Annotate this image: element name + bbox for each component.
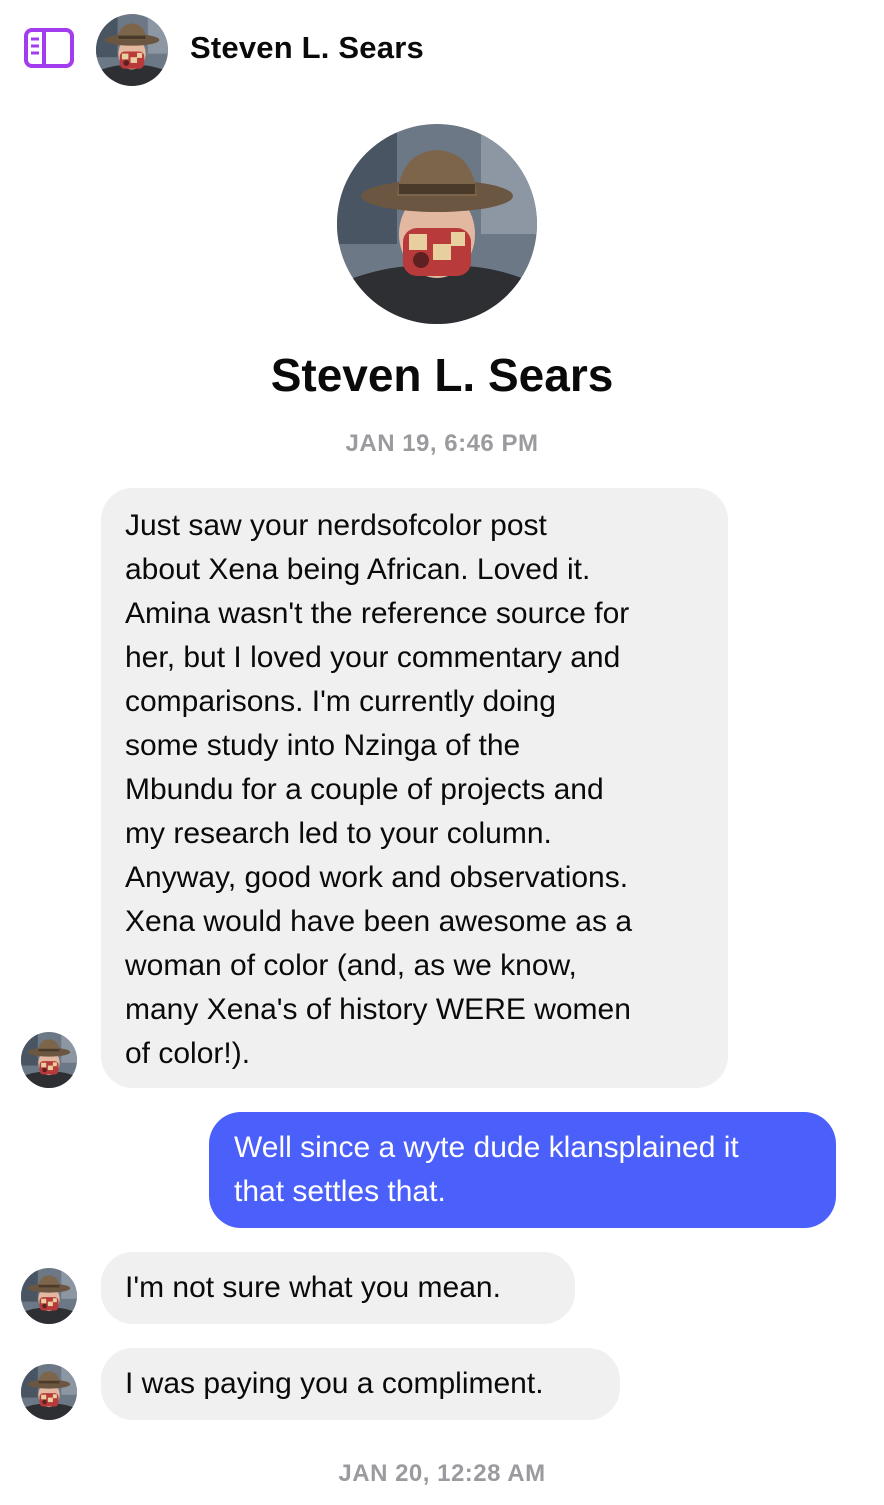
contact-name[interactable]: Steven L. Sears: [190, 30, 424, 66]
message-line: about Xena being African. Loved it.: [125, 553, 591, 586]
message-line: her, but I loved your commentary and: [125, 641, 621, 674]
message-line: Mbundu for a couple of projects and: [125, 773, 604, 806]
message-line: I'm not sure what you mean.: [125, 1271, 501, 1304]
message-line: my research led to your column.: [125, 817, 552, 850]
message-line: Anyway, good work and observations.: [125, 861, 629, 894]
sender-avatar[interactable]: [21, 1364, 77, 1420]
message-line: some study into Nzinga of the: [125, 729, 521, 762]
message-line: that settles that.: [234, 1175, 446, 1208]
timestamp: JAN 19, 6:46 PM: [345, 430, 539, 457]
timestamp: JAN 20, 12:28 AM: [338, 1460, 546, 1487]
message-line: woman of color (and, as we know,: [125, 949, 577, 982]
sender-avatar[interactable]: [21, 1268, 77, 1324]
message-bubble-outgoing[interactable]: Well since a wyte dude klansplained it t…: [209, 1112, 836, 1228]
message-line: Just saw your nerdsofcolor post: [125, 509, 547, 542]
message-bubble-incoming[interactable]: I'm not sure what you mean.: [101, 1252, 575, 1324]
sidebar-toggle-icon[interactable]: [24, 28, 74, 68]
message-line: I was paying you a compliment.: [125, 1367, 544, 1400]
conversation-header: Steven L. Sears: [0, 0, 884, 100]
message-line: Amina wasn't the reference source for: [125, 597, 630, 630]
message-line: Xena would have been awesome as a: [125, 905, 633, 938]
message-line: many Xena's of history WERE women: [125, 993, 631, 1026]
message-line: of color!).: [125, 1037, 251, 1070]
message-line: Well since a wyte dude klansplained it: [234, 1131, 739, 1164]
profile-avatar[interactable]: [337, 124, 537, 324]
message-bubble-incoming[interactable]: Just saw your nerdsofcolor post about Xe…: [101, 488, 728, 1088]
message-bubble-incoming[interactable]: I was paying you a compliment.: [101, 1348, 620, 1420]
contact-avatar[interactable]: [96, 14, 168, 86]
sender-avatar[interactable]: [21, 1032, 77, 1088]
profile-name: Steven L. Sears: [270, 349, 614, 401]
message-line: comparisons. I'm currently doing: [125, 685, 556, 718]
